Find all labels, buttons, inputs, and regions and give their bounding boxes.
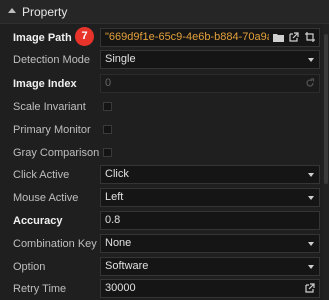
accuracy-label: Accuracy	[13, 215, 63, 227]
image-path-field[interactable]: "669d9f1e-65c9-4e6b-b884-70a9adb8c6	[100, 28, 320, 47]
combination-key-value: None	[105, 237, 132, 249]
collapse-icon[interactable]	[8, 8, 16, 13]
row-image-index: Image Index 0	[0, 73, 322, 96]
chevron-down-icon[interactable]	[303, 235, 319, 252]
image-index-field[interactable]: 0	[100, 74, 320, 93]
crop-icon[interactable]	[303, 29, 317, 46]
gray-comparison-label: Gray Comparison	[13, 147, 100, 159]
row-mouse-active: Mouse Active Left	[0, 187, 322, 210]
row-retry-time: Retry Time 30000	[0, 278, 322, 300]
primary-monitor-label: Primary Monitor	[13, 124, 91, 136]
external-link-icon[interactable]	[303, 280, 317, 297]
scale-invariant-label: Scale Invariant	[13, 101, 86, 113]
image-path-value: "669d9f1e-65c9-4e6b-b884-70a9adb8c6	[105, 31, 269, 43]
scrollbar[interactable]	[323, 24, 329, 300]
mouse-active-value: Left	[105, 191, 124, 203]
click-active-select[interactable]: Click	[100, 165, 320, 184]
retry-time-field[interactable]: 30000	[100, 279, 320, 298]
row-option: Option Software	[0, 256, 322, 279]
image-index-label: Image Index	[13, 78, 77, 90]
primary-monitor-checkbox[interactable]	[103, 125, 112, 134]
accuracy-value: 0.8	[105, 214, 121, 226]
chevron-down-icon[interactable]	[303, 166, 319, 183]
row-combination-key: Combination Key None	[0, 233, 322, 256]
detection-mode-select[interactable]: Single	[100, 50, 320, 69]
panel-title: Property	[22, 5, 68, 19]
row-accuracy: Accuracy 0.8	[0, 210, 322, 233]
row-gray-comparison: Gray Comparison	[0, 142, 322, 165]
gray-comparison-checkbox[interactable]	[103, 148, 112, 157]
option-value: Software	[105, 260, 149, 272]
option-label: Option	[13, 261, 46, 273]
retry-time-label: Retry Time	[13, 283, 67, 295]
detection-mode-value: Single	[105, 53, 136, 65]
refresh-icon[interactable]	[303, 75, 317, 92]
row-click-active: Click Active Click	[0, 164, 322, 187]
row-scale-invariant: Scale Invariant	[0, 96, 322, 119]
option-select[interactable]: Software	[100, 257, 320, 276]
chevron-down-icon[interactable]	[303, 258, 319, 275]
mouse-active-select[interactable]: Left	[100, 188, 320, 207]
folder-icon[interactable]	[271, 29, 285, 46]
property-panel: Property Image Path "669d9f1e-65c9-4e6b-…	[0, 0, 329, 300]
click-active-value: Click	[105, 168, 129, 180]
scrollbar-thumb[interactable]	[324, 34, 328, 184]
chevron-down-icon[interactable]	[303, 51, 319, 68]
row-primary-monitor: Primary Monitor	[0, 119, 322, 142]
row-detection-mode: Detection Mode Single	[0, 49, 322, 72]
property-header[interactable]: Property	[0, 0, 329, 24]
image-index-value: 0	[105, 77, 112, 89]
detection-mode-label: Detection Mode	[13, 54, 91, 66]
accuracy-field[interactable]: 0.8	[100, 211, 320, 230]
mouse-active-label: Mouse Active	[13, 192, 79, 204]
combination-key-select[interactable]: None	[100, 234, 320, 253]
external-link-icon[interactable]	[287, 29, 301, 46]
row-image-path: Image Path "669d9f1e-65c9-4e6b-b884-70a9…	[0, 27, 322, 50]
chevron-down-icon[interactable]	[303, 189, 319, 206]
retry-time-value: 30000	[105, 282, 136, 294]
click-active-label: Click Active	[13, 169, 70, 181]
scale-invariant-checkbox[interactable]	[103, 102, 112, 111]
combination-key-label: Combination Key	[13, 238, 97, 250]
step-badge: 7	[75, 27, 94, 46]
image-path-label: Image Path	[13, 32, 72, 44]
